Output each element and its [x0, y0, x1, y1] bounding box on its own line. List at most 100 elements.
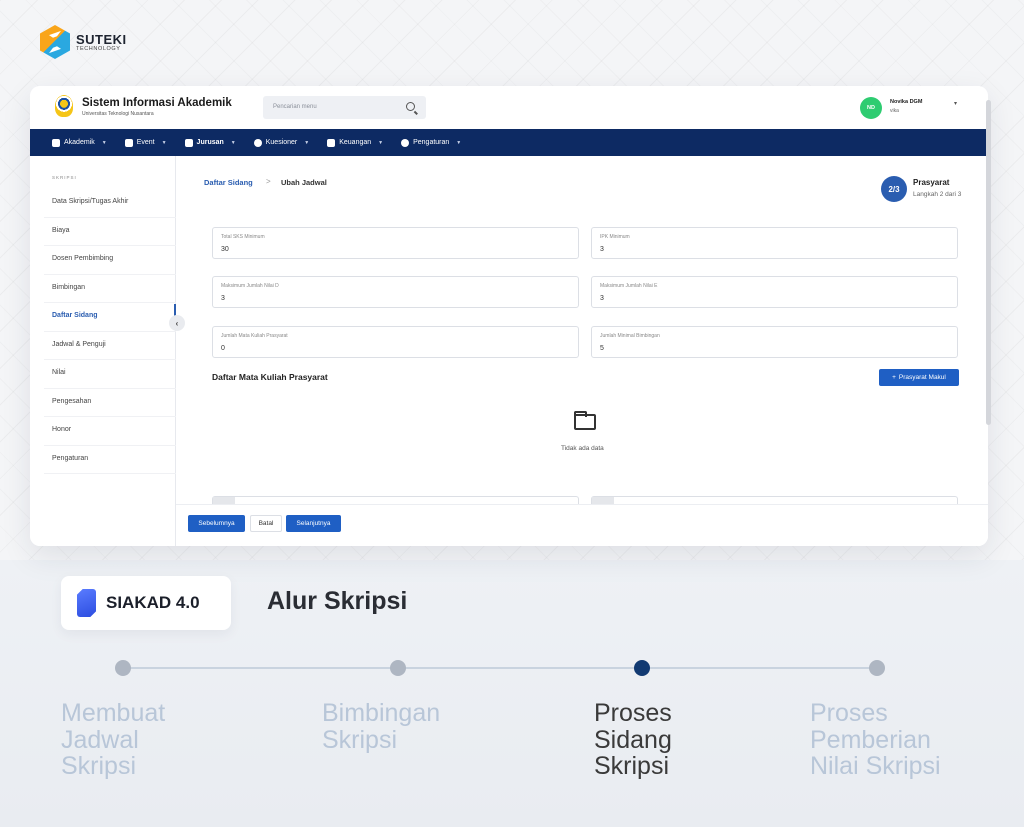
scrollbar[interactable] — [986, 100, 991, 425]
user-role: vika — [890, 108, 899, 114]
nav-kuesioner[interactable]: Kuesioner ▼ — [253, 138, 310, 147]
field-label: IPK Minimum — [600, 234, 630, 240]
search-input[interactable]: Pencarian menu — [263, 96, 426, 119]
nav-label: Jurusan — [196, 139, 224, 146]
chevron-down-icon[interactable]: ▾ — [954, 100, 957, 107]
brand-tagline: TECHNOLOGY — [76, 46, 121, 52]
max-nilai-e-field[interactable]: Maksimum Jumlah Nilai E 3 — [591, 276, 958, 308]
sidebar-item-honor[interactable]: Honor — [44, 417, 176, 446]
nav-pengaturan[interactable]: Pengaturan ▼ — [401, 138, 461, 147]
sidebar-collapse-button[interactable]: ‹ — [169, 315, 185, 331]
field-label: Total SKS Minimum — [221, 234, 265, 240]
sidebar-item-biaya[interactable]: Biaya — [44, 218, 176, 246]
form-footer: Sebelumnya Batal Selanjutnya — [176, 504, 988, 546]
nav-event[interactable]: Event ▼ — [124, 138, 167, 147]
step-title: Prasyarat — [913, 178, 950, 187]
field-value: 30 — [221, 246, 229, 253]
brand-name: SUTEKI — [76, 32, 127, 47]
sidebar-item-pengesahan[interactable]: Pengesahan — [44, 389, 176, 417]
nav-keuangan[interactable]: Keuangan ▼ — [327, 138, 384, 147]
breadcrumb-current: Ubah Jadwal — [281, 178, 327, 187]
field-value: 5 — [600, 345, 604, 352]
avatar[interactable]: ND — [860, 97, 882, 119]
nav-label: Event — [136, 139, 155, 146]
chevron-down-icon: ▼ — [101, 139, 107, 146]
chevron-down-icon: ▼ — [161, 139, 167, 146]
app-window: Sistem Informasi Akademik Universitas Te… — [30, 86, 988, 546]
breadcrumb-separator-icon: > — [266, 177, 271, 186]
suteki-brand: SUTEKI TECHNOLOGY — [40, 25, 127, 59]
flow-step-line: Proses — [810, 699, 888, 727]
flow-step-3-active: Proses Sidang Skripsi — [594, 700, 794, 780]
sidebar-list: Data Skripsi/Tugas Akhir Biaya Dosen Pem… — [44, 189, 176, 474]
flow-step-line: Nilai Skripsi — [810, 752, 941, 780]
sidebar-item-bimbingan[interactable]: Bimbingan — [44, 275, 176, 303]
timeline-dot — [390, 660, 406, 676]
timeline-dot — [869, 660, 885, 676]
siakad-logo-icon — [77, 589, 96, 617]
next-button[interactable]: Selanjutnya — [286, 515, 341, 532]
flow-step-line: Bimbingan — [322, 699, 441, 727]
chevron-down-icon: ▼ — [230, 139, 236, 146]
field-value: 3 — [600, 295, 604, 302]
nav-akademik[interactable]: Akademik ▼ — [52, 138, 107, 147]
search-icon[interactable] — [406, 102, 415, 111]
sidebar-item-daftar-sidang[interactable]: Daftar Sidang — [44, 303, 176, 332]
field-value: 3 — [221, 295, 225, 302]
chevron-down-icon: ▼ — [378, 139, 384, 146]
step-badge: 2/3 — [881, 176, 907, 202]
siakad-product-card: SIAKAD 4.0 — [61, 576, 231, 630]
system-subtitle: Universitas Teknologi Nusantara — [82, 111, 154, 117]
flow-step-line: Membuat — [61, 699, 166, 727]
calendar-icon — [124, 138, 133, 147]
suteki-logo-icon — [40, 25, 70, 59]
timeline-dot-active — [634, 660, 650, 676]
nav-label: Akademik — [64, 139, 95, 146]
user-name[interactable]: Novika DGM — [890, 99, 922, 105]
jumlah-minimal-bimbingan-field[interactable]: Jumlah Minimal Bimbingan 5 — [591, 326, 958, 358]
course-list-title: Daftar Mata Kuliah Prasyarat — [212, 372, 328, 382]
nav-label: Kuesioner — [265, 139, 298, 146]
breadcrumb-root[interactable]: Daftar Sidang — [204, 178, 253, 187]
jumlah-makul-prasyarat-field[interactable]: Jumlah Mata Kuliah Prasyarat 0 — [212, 326, 579, 358]
sidebar-item-dosen-pembimbing[interactable]: Dosen Pembimbing — [44, 246, 176, 275]
nav-label: Pengaturan — [413, 139, 450, 146]
nav-jurusan[interactable]: Jurusan ▼ — [184, 138, 236, 147]
flow-step-4: Proses Pemberian Nilai Skripsi — [810, 700, 1010, 780]
flow-step-line: Skripsi — [594, 752, 670, 780]
field-value: 0 — [221, 345, 225, 352]
step-subtitle: Langkah 2 dari 3 — [913, 191, 962, 198]
system-title: Sistem Informasi Akademik — [82, 97, 232, 109]
field-label: Maksimum Jumlah Nilai E — [600, 283, 658, 289]
sidebar-item-data-skripsi[interactable]: Data Skripsi/Tugas Akhir — [44, 189, 176, 218]
sidebar-item-nilai[interactable]: Nilai — [44, 360, 176, 389]
flow-step-line: Skripsi — [322, 725, 398, 754]
flow-step-line: Skripsi — [61, 752, 137, 780]
flow-step-line: Sidang — [594, 725, 672, 754]
empty-state-text: Tidak ada data — [561, 445, 604, 452]
university-logo-icon — [55, 95, 73, 117]
flow-step-1: Membuat Jadwal Skripsi — [61, 700, 261, 780]
field-label: Jumlah Mata Kuliah Prasyarat — [221, 333, 288, 339]
field-label: Jumlah Minimal Bimbingan — [600, 333, 660, 339]
total-sks-field[interactable]: Total SKS Minimum 30 — [212, 227, 579, 259]
timeline-dot — [115, 660, 131, 676]
ipk-minimum-field[interactable]: IPK Minimum 3 — [591, 227, 958, 259]
folder-icon — [574, 411, 596, 430]
max-nilai-d-field[interactable]: Maksimum Jumlah Nilai D 3 — [212, 276, 579, 308]
field-label: Maksimum Jumlah Nilai D — [221, 283, 279, 289]
chat-icon — [253, 138, 262, 147]
gear-icon — [401, 138, 410, 147]
building-icon — [52, 138, 60, 147]
add-prasyarat-makul-button[interactable]: + Prasyarat Makul — [879, 369, 959, 386]
cancel-button[interactable]: Batal — [250, 515, 282, 532]
graduation-icon — [184, 138, 193, 147]
previous-button[interactable]: Sebelumnya — [188, 515, 245, 532]
add-button-label: Prasyarat Makul — [898, 374, 946, 381]
sidebar-item-pengaturan[interactable]: Pengaturan — [44, 446, 176, 474]
flow-step-line: Pemberian — [810, 725, 931, 754]
chevron-down-icon: ▼ — [304, 139, 310, 146]
sidebar-item-jadwal-penguji[interactable]: Jadwal & Penguji — [44, 332, 176, 360]
wallet-icon — [327, 138, 336, 147]
sidebar-group-label: SKRIPSI — [52, 175, 77, 180]
